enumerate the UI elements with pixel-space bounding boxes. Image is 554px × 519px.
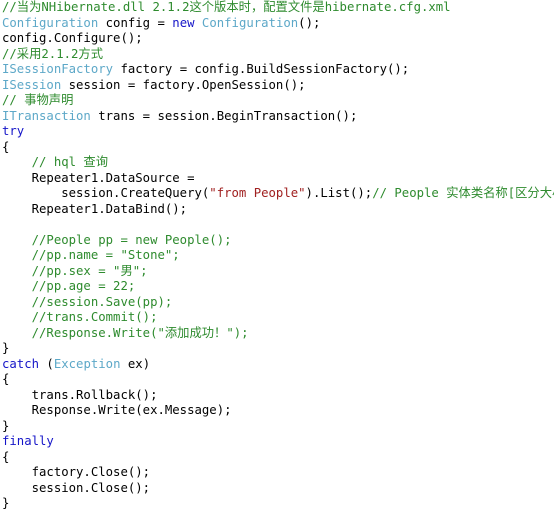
code-token-keyword: finally — [2, 434, 54, 448]
code-token-plain: (); — [298, 15, 321, 30]
code-line: //Response.Write("添加成功！"); — [0, 326, 554, 342]
code-listing[interactable]: //当为NHibernate.dll 2.1.2这个版本时，配置文件是hiber… — [0, 0, 554, 519]
code-line: finally — [0, 434, 554, 450]
code-line: { — [0, 450, 554, 466]
code-token-type: Exception — [53, 356, 121, 371]
code-token-plain: session = factory.OpenSession(); — [61, 77, 306, 92]
code-token-comment: //session.Save(pp); — [2, 294, 173, 309]
code-token-plain: } — [2, 418, 10, 433]
code-token-keyword: catch — [2, 356, 40, 371]
code-line: session.CreateQuery("from People").List(… — [0, 186, 554, 202]
code-token-plain: Response.Write(ex.Message); — [2, 403, 232, 417]
code-token-type: ISessionFactory — [2, 62, 114, 76]
code-token-plain: ex) — [120, 356, 151, 371]
code-token-comment: // hql 查询 — [2, 155, 109, 169]
code-token-plain: Repeater1.DataSource = — [2, 170, 195, 185]
code-token-comment: //当为NHibernate.dll 2.1.2这个版本时，配置文件是hiber… — [2, 0, 451, 14]
code-token-keyword: try — [2, 124, 25, 138]
code-line: session.Close(); — [0, 481, 554, 497]
code-token-plain: trans = session.BeginTransaction(); — [90, 108, 358, 123]
code-token-type: ITransaction — [2, 108, 91, 123]
code-token-plain: config.Configure(); — [2, 31, 143, 45]
code-line: config.Configure(); — [0, 31, 554, 47]
code-token-comment: //Response.Write("添加成功！"); — [2, 325, 249, 340]
code-line: try — [0, 124, 554, 140]
code-line: } — [0, 496, 554, 512]
code-line: //当为NHibernate.dll 2.1.2这个版本时，配置文件是hiber… — [0, 0, 554, 16]
code-token-plain: trans.Rollback(); — [2, 387, 158, 402]
code-line: //trans.Commit(); — [0, 310, 554, 326]
code-token-comment: //pp.sex = "男"; — [2, 263, 148, 278]
code-line: { — [0, 372, 554, 388]
code-line: //pp.age = 22; — [0, 279, 554, 295]
code-token-comment: //trans.Commit(); — [2, 310, 158, 324]
code-token-comment: // 事物声明 — [2, 93, 74, 107]
code-token-plain: session.Close(); — [2, 480, 151, 495]
code-token-plain: ).List(); — [305, 186, 373, 200]
code-token-type: Configuration — [2, 15, 99, 30]
code-line: ITransaction trans = session.BeginTransa… — [0, 109, 554, 125]
code-token-string: "from People" — [209, 186, 306, 200]
code-line: // hql 查询 — [0, 155, 554, 171]
code-token-keyword: new — [172, 15, 195, 30]
code-line: //session.Save(pp); — [0, 295, 554, 311]
code-token-plain: { — [2, 449, 10, 464]
code-line: { — [0, 140, 554, 156]
code-line: ISessionFactory factory = config.BuildSe… — [0, 62, 554, 78]
code-line: trans.Rollback(); — [0, 388, 554, 404]
code-token-comment: //pp.age = 22; — [2, 279, 136, 293]
code-line: Repeater1.DataBind(); — [0, 202, 554, 218]
code-line: // 事物声明 — [0, 93, 554, 109]
code-token-type: Configuration — [201, 15, 299, 30]
code-line: //pp.name = "Stone"; — [0, 248, 554, 264]
code-line: Response.Write(ex.Message); — [0, 403, 554, 419]
code-line: ISession session = factory.OpenSession()… — [0, 78, 554, 94]
code-token-plain: session.CreateQuery( — [2, 186, 210, 200]
code-line: catch (Exception ex) — [0, 357, 554, 373]
code-token-comment: //People pp = new People(); — [2, 232, 232, 247]
code-line: Configuration config = new Configuration… — [0, 16, 554, 32]
code-token-comment: //pp.name = "Stone"; — [2, 248, 180, 262]
code-token-plain: config = — [98, 15, 173, 30]
code-token-comment: //采用2.1.2方式 — [2, 46, 104, 61]
code-token-plain: factory = config.BuildSessionFactory(); — [113, 62, 410, 76]
code-token-plain: { — [2, 139, 10, 154]
code-line: Repeater1.DataSource = — [0, 171, 554, 187]
code-token-plain: factory.Close(); — [2, 465, 151, 479]
code-line: //采用2.1.2方式 — [0, 47, 554, 63]
code-token-plain: } — [2, 341, 10, 355]
code-line: //pp.sex = "男"; — [0, 264, 554, 280]
code-token-plain: Repeater1.DataBind(); — [2, 201, 188, 216]
code-line: //People pp = new People(); — [0, 233, 554, 249]
code-line: factory.Close(); — [0, 465, 554, 481]
code-token-plain: ( — [39, 356, 54, 371]
code-token-type: ISession — [2, 77, 62, 92]
code-line: } — [0, 419, 554, 435]
code-line: } — [0, 341, 554, 357]
code-token-plain: { — [2, 372, 10, 386]
code-token-comment: // People 实体类名称[区分大小写] — [372, 186, 554, 200]
code-token-plain: } — [2, 496, 10, 510]
